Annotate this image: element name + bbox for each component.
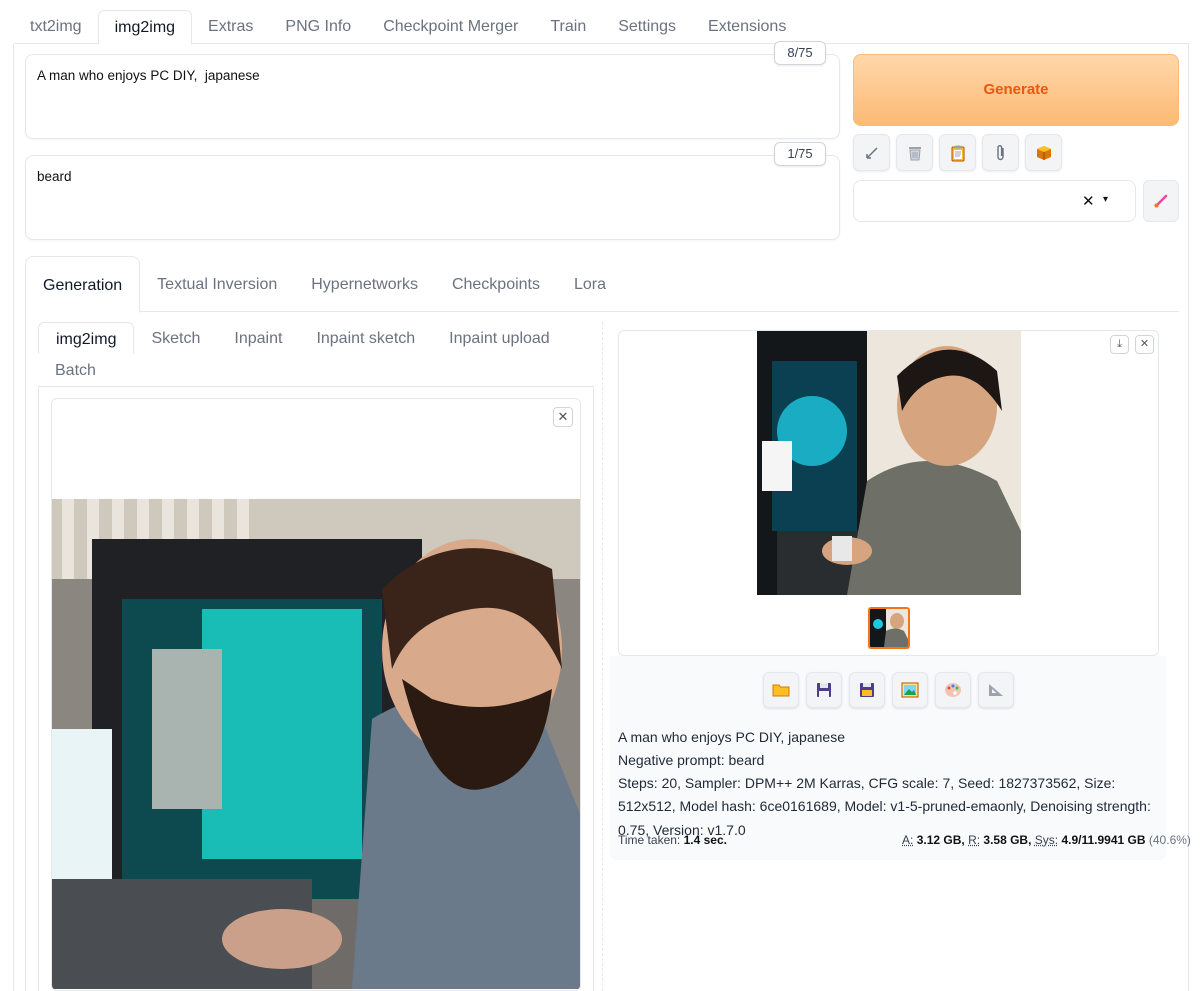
input-image-dropzone[interactable]: ✕: [51, 398, 581, 991]
vram-sys-value: 4.9/11.9941 GB: [1061, 833, 1146, 847]
sub-tabs-divider: [38, 386, 594, 387]
tab-extensions[interactable]: Extensions: [692, 10, 802, 44]
prompt-text: A man who enjoys PC DIY, japanese: [37, 68, 260, 83]
tab-batch[interactable]: Batch: [38, 354, 113, 386]
tab-train[interactable]: Train: [534, 10, 602, 44]
vram-a-label: A:: [902, 833, 914, 847]
tab-inpaint-upload[interactable]: Inpaint upload: [432, 322, 567, 354]
clipboard-icon[interactable]: [939, 134, 976, 171]
img2img-mode-tabs: img2img Sketch Inpaint Inpaint sketch In…: [38, 322, 594, 387]
prompt-token-counter: 8/75: [774, 41, 826, 65]
styles-dropdown[interactable]: ✕ ▾: [853, 180, 1136, 222]
generation-tab-bar: Generation Textual Inversion Hypernetwor…: [25, 256, 1179, 313]
output-prompt: A man who enjoys PC DIY, japanese: [618, 729, 845, 745]
output-gallery: ⤓ ✕: [618, 330, 1159, 656]
tab-settings[interactable]: Settings: [602, 10, 692, 44]
tab-img2img-mode[interactable]: img2img: [38, 322, 135, 354]
tab-hypernetworks[interactable]: Hypernetworks: [294, 256, 435, 311]
vram-sys-percent: (40.6%): [1148, 833, 1191, 847]
tab-txt2img[interactable]: txt2img: [14, 10, 98, 44]
arrow-icon[interactable]: [853, 134, 890, 171]
clear-icon[interactable]: ✕: [1082, 192, 1095, 210]
ruler-icon[interactable]: [978, 672, 1014, 708]
chevron-down-icon[interactable]: ▾: [1103, 194, 1108, 205]
tab-textual-inversion[interactable]: Textual Inversion: [140, 256, 294, 311]
prompt-textarea[interactable]: A man who enjoys PC DIY, japanese: [25, 54, 840, 139]
time-value: 1.4 sec.: [683, 833, 727, 847]
package-icon[interactable]: [1025, 134, 1062, 171]
frame-border-right: [1188, 44, 1189, 991]
output-negative-prompt: Negative prompt: beard: [618, 752, 765, 768]
frame-border-left: [13, 44, 14, 991]
panel-border: [25, 312, 26, 991]
tab-lora[interactable]: Lora: [557, 256, 623, 311]
column-divider: [602, 322, 603, 991]
brush-icon[interactable]: [1143, 180, 1179, 222]
tab-img2img[interactable]: img2img: [97, 10, 193, 45]
time-label: Time taken:: [618, 833, 681, 847]
image-icon[interactable]: [892, 672, 928, 708]
vram-r-value: 3.58 GB,: [983, 833, 1032, 847]
vram-usage: A: 3.12 GB, R: 3.58 GB, Sys: 4.9/11.9941…: [902, 833, 1191, 847]
save-icon[interactable]: [806, 672, 842, 708]
close-icon[interactable]: ✕: [1135, 335, 1154, 354]
output-parameters: Steps: 20, Sampler: DPM++ 2M Karras, CFG…: [618, 775, 1151, 838]
trash-icon[interactable]: [896, 134, 933, 171]
vram-a-value: 3.12 GB,: [916, 833, 965, 847]
tab-inpaint[interactable]: Inpaint: [217, 322, 299, 354]
tab-checkpoint-merger[interactable]: Checkpoint Merger: [367, 10, 534, 44]
input-image: [52, 499, 580, 989]
negative-prompt-text: beard: [37, 169, 72, 184]
top-tab-bar: txt2img img2img Extras PNG Info Checkpoi…: [14, 10, 1190, 45]
output-thumbnail[interactable]: [868, 607, 910, 649]
negative-prompt-textarea[interactable]: beard: [25, 155, 840, 240]
download-icon[interactable]: ⤓: [1110, 335, 1129, 354]
vram-r-label: R:: [968, 833, 981, 847]
tab-png-info[interactable]: PNG Info: [269, 10, 367, 44]
tab-checkpoints[interactable]: Checkpoints: [435, 256, 557, 311]
tab-extras[interactable]: Extras: [192, 10, 269, 44]
zip-icon[interactable]: [849, 672, 885, 708]
close-icon[interactable]: ✕: [553, 407, 573, 427]
output-image[interactable]: [757, 331, 1021, 595]
negative-prompt-token-counter: 1/75: [774, 142, 826, 166]
palette-icon[interactable]: [935, 672, 971, 708]
paperclip-icon[interactable]: [982, 134, 1019, 171]
tab-generation[interactable]: Generation: [25, 256, 141, 313]
tab-sketch[interactable]: Sketch: [134, 322, 217, 354]
vram-sys-label: Sys:: [1034, 833, 1059, 847]
generate-button[interactable]: Generate: [853, 54, 1179, 126]
tab-inpaint-sketch[interactable]: Inpaint sketch: [299, 322, 432, 354]
time-taken: Time taken: 1.4 sec.: [618, 833, 727, 847]
folder-icon[interactable]: [763, 672, 799, 708]
